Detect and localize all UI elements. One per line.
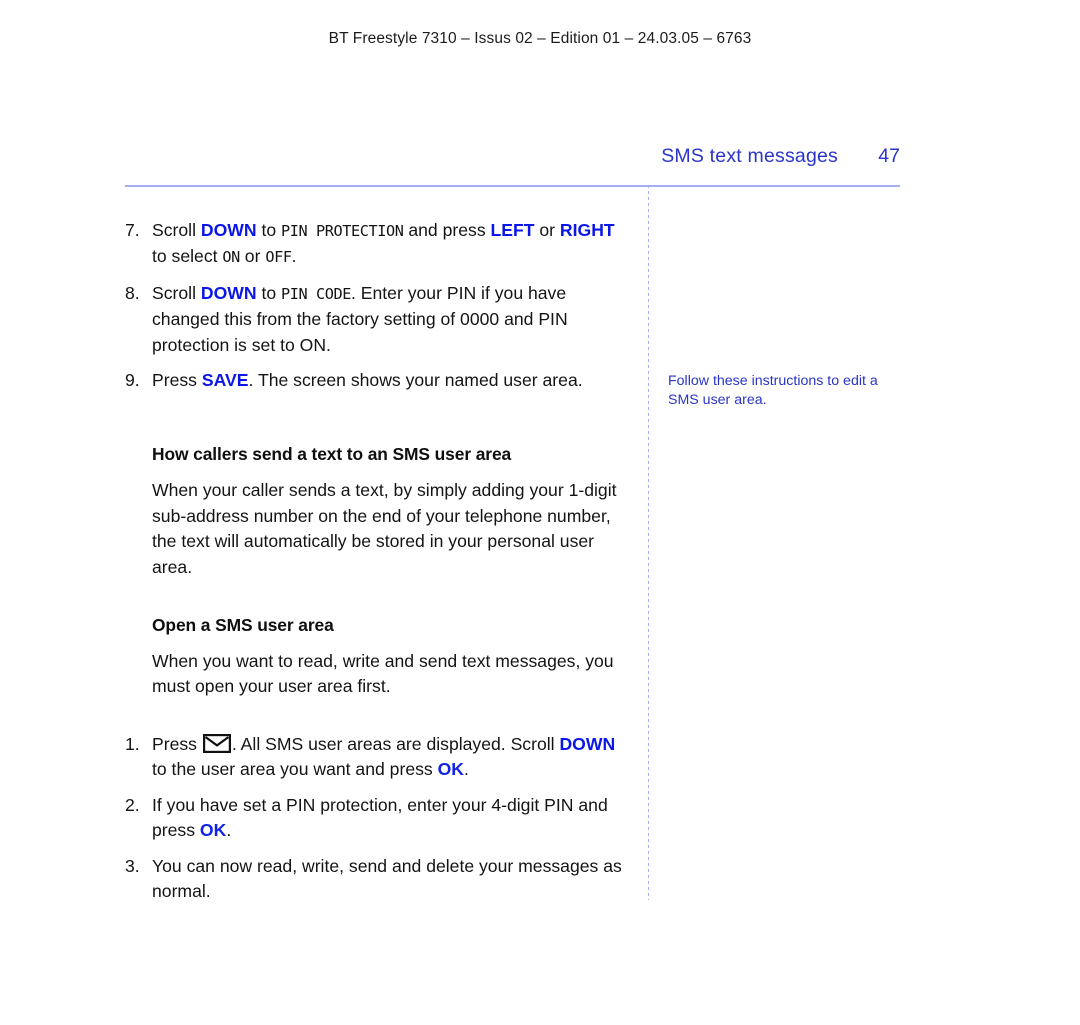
text-run: Press bbox=[152, 733, 202, 754]
text-run: and press bbox=[403, 220, 491, 240]
text-run: to bbox=[256, 282, 282, 303]
numbered-step-list-open-area: 1. Press . All SMS user areas are displa… bbox=[125, 732, 630, 904]
display-text: PIN PROTECTION bbox=[281, 222, 404, 240]
step-number: 7. bbox=[125, 220, 140, 240]
list-item: 2. If you have set a PIN protection, ent… bbox=[125, 793, 630, 844]
text-run: . bbox=[463, 759, 469, 780]
step-text: If you have set a PIN protection, enter … bbox=[152, 793, 630, 844]
text-run: or bbox=[239, 246, 266, 267]
text-run: . The screen shows your named user area. bbox=[248, 370, 583, 391]
display-text: ON bbox=[222, 248, 240, 267]
key-label: OK bbox=[199, 820, 227, 841]
step-number: 2. bbox=[125, 794, 140, 815]
margin-note: Follow these instructions to edit a SMS … bbox=[668, 372, 904, 411]
list-item: 9. Press SAVE. The screen shows your nam… bbox=[125, 368, 630, 393]
text-run: Scroll bbox=[152, 220, 201, 240]
text-run: . bbox=[226, 820, 232, 841]
display-text: OFF bbox=[265, 248, 292, 267]
key-label: DOWN bbox=[200, 220, 257, 240]
page-number: 47 bbox=[878, 145, 900, 167]
body-paragraph-how-callers-send: When your caller sends a text, by simply… bbox=[152, 480, 617, 577]
list-item: 3. You can now read, write, send and del… bbox=[125, 854, 630, 905]
text-run: to select bbox=[152, 246, 223, 267]
page-title: SMS text messages bbox=[661, 145, 838, 167]
envelope-icon bbox=[202, 733, 231, 753]
subheading-open-sms-user-area: Open a SMS user area bbox=[152, 615, 334, 636]
step-number: 3. bbox=[125, 855, 140, 876]
step-text: Press . All SMS user areas are displayed… bbox=[152, 732, 630, 783]
step-text: Scroll DOWN to PIN PROTECTION and press … bbox=[152, 218, 630, 271]
margin-note-text: Follow these instructions to edit a SMS … bbox=[668, 373, 878, 409]
key-label: DOWN bbox=[200, 282, 257, 303]
text-run: . All SMS user areas are displayed. Scro… bbox=[231, 733, 560, 754]
key-label: OK bbox=[437, 759, 464, 780]
body-paragraph-open-sms-user-area: When you want to read, write and send te… bbox=[152, 651, 614, 697]
step-text: Scroll DOWN to PIN CODE. Enter your PIN … bbox=[152, 281, 630, 358]
list-item: 8. Scroll DOWN to PIN CODE. Enter your P… bbox=[125, 281, 630, 358]
key-label: SAVE bbox=[201, 370, 249, 391]
main-text-column: 7. Scroll DOWN to PIN PROTECTION and pre… bbox=[125, 218, 630, 914]
text-run: . bbox=[291, 246, 297, 267]
text-run: to the user area you want and press bbox=[152, 759, 438, 780]
key-label: LEFT bbox=[490, 220, 535, 240]
section-header: SMS text messages 47 bbox=[125, 145, 900, 168]
horizontal-divider bbox=[125, 185, 900, 187]
numbered-step-list-continued: 7. Scroll DOWN to PIN PROTECTION and pre… bbox=[125, 218, 630, 393]
step-number: 9. bbox=[125, 370, 140, 391]
display-text: PIN CODE bbox=[281, 284, 351, 303]
step-text: You can now read, write, send and delete… bbox=[152, 854, 630, 905]
list-item: 7. Scroll DOWN to PIN PROTECTION and pre… bbox=[125, 218, 630, 271]
key-label: DOWN bbox=[559, 733, 616, 754]
text-run: Scroll bbox=[152, 282, 201, 303]
text-run: Press bbox=[152, 370, 202, 391]
key-label: RIGHT bbox=[559, 220, 615, 240]
text-run: to bbox=[256, 220, 282, 240]
subheading-how-callers-send: How callers send a text to an SMS user a… bbox=[152, 444, 512, 465]
vertical-column-divider bbox=[648, 185, 649, 900]
step-number: 8. bbox=[125, 282, 140, 303]
text-run: or bbox=[534, 220, 560, 240]
step-text: Press SAVE. The screen shows your named … bbox=[152, 368, 630, 393]
step-number: 1. bbox=[125, 733, 140, 754]
running-head: BT Freestyle 7310 – Issus 02 – Edition 0… bbox=[328, 30, 752, 47]
list-item: 1. Press . All SMS user areas are displa… bbox=[125, 732, 630, 783]
text-run: You can now read, write, send and delete… bbox=[152, 855, 622, 901]
